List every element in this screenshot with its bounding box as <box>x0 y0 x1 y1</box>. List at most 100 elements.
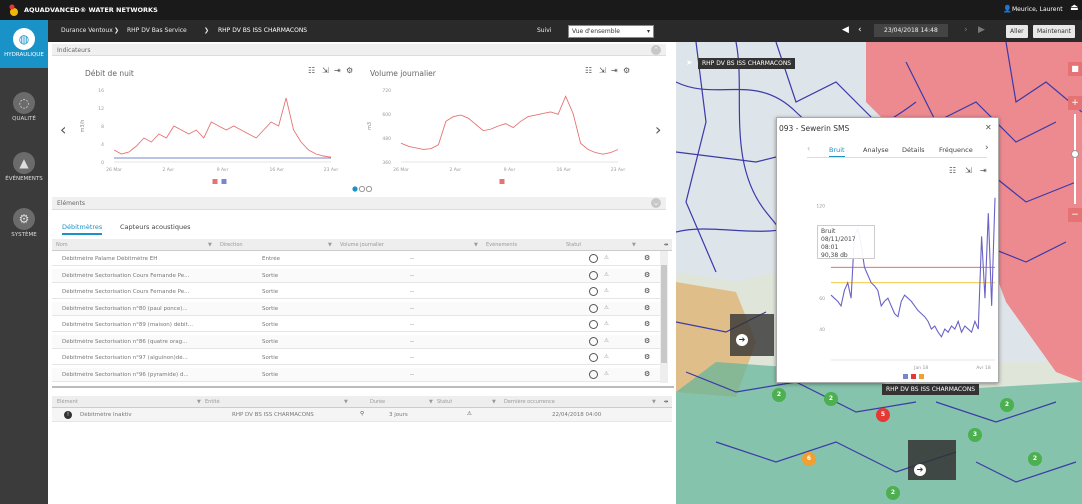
export-icon[interactable]: ⇲ <box>599 66 606 75</box>
gear-icon[interactable]: ⚙ <box>644 353 650 361</box>
carousel-dots[interactable] <box>351 185 375 195</box>
navigation-icon[interactable]: ➤ <box>686 58 693 67</box>
aller-button[interactable]: Aller <box>1006 25 1028 38</box>
tab-analyse[interactable]: Analyse <box>863 144 889 156</box>
filter-icon[interactable]: ▼ <box>208 242 212 248</box>
next-arrow-icon[interactable]: › <box>655 120 661 139</box>
column-header[interactable]: Nom <box>56 242 68 248</box>
gear-icon[interactable]: ⚙ <box>644 271 650 279</box>
map-marker[interactable]: 2 <box>886 486 900 500</box>
tab-frequence[interactable]: Fréquence <box>939 144 973 156</box>
step-back-icon[interactable]: ‹ <box>858 25 862 35</box>
elements-scrollbar[interactable] <box>660 251 668 383</box>
column-header[interactable]: Direction <box>220 242 243 248</box>
table-icon[interactable]: ☷ <box>949 166 956 175</box>
columns-icon[interactable]: ⇹ <box>664 242 668 248</box>
column-header[interactable]: Dernière occurrence <box>504 399 555 405</box>
user-icon[interactable]: 👤 <box>1003 5 1012 13</box>
sidebar-item-systeme[interactable]: ⚙ SYSTÈME <box>0 200 48 248</box>
tab-bruit[interactable]: Bruit <box>829 144 845 158</box>
close-icon[interactable]: ✕ <box>985 123 992 132</box>
gear-icon[interactable]: ⚙ <box>644 304 650 312</box>
elements-header[interactable]: Eléments <box>52 197 666 210</box>
gear-icon[interactable]: ⚙ <box>644 337 650 345</box>
logout-icon[interactable]: ⏏ <box>1070 3 1079 13</box>
breadcrumb-item[interactable]: RHP DV BS ISS CHARMACONS <box>218 27 307 34</box>
collapse-icon[interactable]: ⌄ <box>651 198 661 208</box>
map-marker[interactable]: 2 <box>772 388 786 402</box>
settings-icon[interactable]: ⚙ <box>623 66 630 75</box>
gear-icon[interactable]: ⚙ <box>644 320 650 328</box>
export-icon[interactable]: ⇲ <box>965 166 972 175</box>
gear-icon[interactable]: ⚙ <box>644 370 650 378</box>
settings-icon[interactable]: ⚙ <box>346 66 353 75</box>
tab-capteurs-acoustiques[interactable]: Capteurs acoustiques <box>120 221 190 233</box>
table-row[interactable]: Débitmètre Sectorisation n°89 (maison) d… <box>52 318 660 332</box>
sidebar-item-qualite[interactable]: ◌ QUALITÉ <box>0 84 48 132</box>
map-marker[interactable]: 6 <box>802 452 816 466</box>
table-row[interactable]: Débitmètre Palame Débitmètre EH Entrée -- ⚠… <box>52 252 660 266</box>
column-header[interactable]: Evènements <box>486 242 517 248</box>
filter-icon[interactable]: ▼ <box>652 399 656 405</box>
tab-debitmetres[interactable]: Débitmètres <box>62 221 103 235</box>
user-name[interactable]: Meurice, Laurent <box>1012 6 1063 13</box>
indicateurs-header[interactable]: Indicateurs <box>52 44 666 56</box>
filter-icon[interactable]: ▼ <box>632 242 636 248</box>
table-row[interactable]: ! Débitmètre Inaktiv RHP DV BS ISS CHARM… <box>52 408 672 422</box>
sidebar-item-evenements[interactable]: ▲ ÉVÉNEMENTS <box>0 144 48 192</box>
filter-icon[interactable]: ▼ <box>328 242 332 248</box>
filter-icon[interactable]: ▼ <box>474 242 478 248</box>
table-row[interactable]: Débitmètre Sectorisation n°96 (pyramide)… <box>52 367 660 382</box>
maintenant-button[interactable]: Maintenant <box>1033 25 1076 38</box>
column-header[interactable]: Durée <box>370 399 385 405</box>
arrow-circle-icon[interactable]: ➔ <box>914 464 926 476</box>
table-icon[interactable]: ☷ <box>308 66 315 75</box>
table-row[interactable]: Débitmètre Sectorisation Cours Fernande … <box>52 285 660 299</box>
export-icon[interactable]: ⇲ <box>322 66 329 75</box>
filter-icon[interactable]: ▼ <box>344 399 348 405</box>
zoom-out-button[interactable]: − <box>1068 208 1082 222</box>
tab-next-icon[interactable]: › <box>985 143 989 153</box>
map-marker[interactable]: 5 <box>876 408 890 422</box>
table-icon[interactable]: ☷ <box>585 66 592 75</box>
arrow-circle-icon[interactable]: ➔ <box>736 334 748 346</box>
map-marker[interactable]: 2 <box>1028 452 1042 466</box>
gear-icon[interactable]: ⚙ <box>644 287 650 295</box>
play-forward-icon[interactable]: ▶ <box>978 25 985 35</box>
column-header[interactable]: Volume journalier <box>340 242 384 248</box>
panel-divider[interactable] <box>52 386 674 388</box>
column-header[interactable]: Statut <box>566 242 581 248</box>
tab-details[interactable]: Détails <box>902 144 925 156</box>
tab-prev-icon[interactable]: ‹ <box>807 144 810 153</box>
map-marker[interactable]: 3 <box>968 428 982 442</box>
column-header[interactable]: Élément <box>57 399 78 405</box>
current-date[interactable]: 23/04/2018 14:48 <box>874 24 948 37</box>
zone-label[interactable]: RHP DV BS ISS CHARMACONS <box>698 58 796 69</box>
pin-icon[interactable]: ⇥ <box>980 166 987 175</box>
location-icon[interactable]: ⚲ <box>360 411 364 417</box>
view-select[interactable]: Vue d'ensemble ▾ <box>568 25 654 38</box>
filter-icon[interactable]: ▼ <box>429 399 433 405</box>
columns-icon[interactable]: ⇹ <box>664 399 668 405</box>
table-row[interactable]: Débitmètre Sectorisation n°80 (paul ponc… <box>52 301 660 316</box>
table-row[interactable]: Débitmètre Sectorisation Cours Fernande … <box>52 268 660 283</box>
filter-icon[interactable]: ▼ <box>492 399 496 405</box>
sidebar-item-hydraulique[interactable]: ◍ HYDRAULIQUE <box>0 20 48 68</box>
zoom-slider-handle[interactable] <box>1071 150 1079 158</box>
filter-icon[interactable]: ▼ <box>197 399 201 405</box>
zoom-in-button[interactable]: + <box>1068 96 1082 110</box>
table-row[interactable]: Débitmètre Sectorisation n°86 (quatre or… <box>52 334 660 349</box>
zone-label-bottom[interactable]: RHP DV BS ISS CHARMACONS <box>882 384 980 395</box>
table-row[interactable]: Débitmètre Sectorisation n°97 (aiguinon)… <box>52 351 660 365</box>
collapse-icon[interactable]: ⌃ <box>651 45 661 55</box>
layers-icon[interactable]: ■ <box>1068 62 1082 76</box>
map-marker[interactable]: 2 <box>1000 398 1014 412</box>
map-marker[interactable]: 2 <box>824 392 838 406</box>
breadcrumb-item[interactable]: Durance Ventoux <box>61 27 113 34</box>
breadcrumb-item[interactable]: RHP DV Bas Service <box>127 27 187 34</box>
pin-icon[interactable]: ⇥ <box>611 66 618 75</box>
zoom-slider[interactable] <box>1074 114 1076 204</box>
prev-arrow-icon[interactable]: ‹ <box>60 120 66 139</box>
pin-icon[interactable]: ⇥ <box>334 66 341 75</box>
play-back-icon[interactable]: ◀ <box>842 25 849 35</box>
